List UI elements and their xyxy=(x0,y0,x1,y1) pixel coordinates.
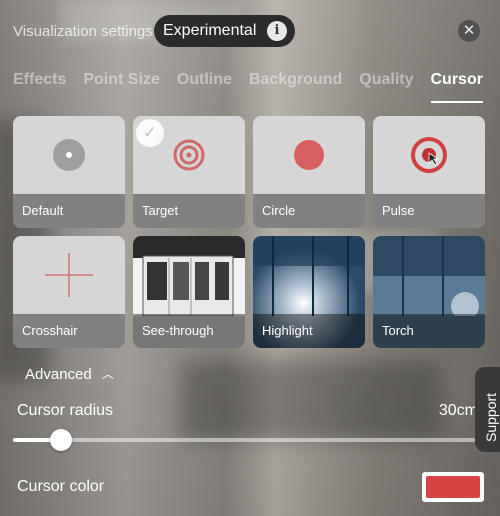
cursor-option-default[interactable]: Default xyxy=(13,116,125,228)
panel-title: Visualization settings xyxy=(13,23,153,40)
cursor-option-pulse[interactable]: Pulse xyxy=(373,116,485,228)
cursor-radius-value: 30cm xyxy=(438,402,478,419)
cursor-color-label: Cursor color xyxy=(17,478,105,495)
default-dot-icon xyxy=(13,116,125,194)
advanced-toggle[interactable]: Advanced ︿ xyxy=(25,366,114,383)
cursor-option-label: Pulse xyxy=(373,194,485,228)
circle-icon xyxy=(253,116,365,194)
cursor-radius-slider[interactable] xyxy=(13,429,493,451)
cursor-option-crosshair[interactable]: Crosshair xyxy=(13,236,125,348)
chevron-up-icon: ︿ xyxy=(101,367,114,381)
cursor-option-target[interactable]: ✓ Target xyxy=(133,116,245,228)
support-label: Support xyxy=(483,392,499,442)
info-icon[interactable]: i xyxy=(267,21,287,41)
panel-header: Visualization settings Experimental i ✕ xyxy=(13,15,493,47)
experimental-label: Experimental xyxy=(163,22,257,39)
support-tab[interactable]: Support xyxy=(475,367,500,452)
cursor-option-label: Circle xyxy=(253,194,365,228)
visualization-settings-panel: Visualization settings Experimental i ✕ … xyxy=(0,0,500,516)
cursor-radius-label: Cursor radius xyxy=(17,402,114,419)
cursor-option-circle[interactable]: Circle xyxy=(253,116,365,228)
tab-background[interactable]: Background xyxy=(249,71,342,103)
tab-effects[interactable]: Effects xyxy=(13,71,66,103)
cursor-option-label: Torch xyxy=(373,314,485,348)
cursor-options-grid: Default ✓ Target Circle Pulse Crosshair … xyxy=(13,116,485,348)
cursor-color-fill xyxy=(426,476,480,498)
cursor-option-label: Target xyxy=(133,194,245,228)
cursor-option-highlight[interactable]: Highlight xyxy=(253,236,365,348)
cursor-option-see-through[interactable]: See-through xyxy=(133,236,245,348)
tab-quality[interactable]: Quality xyxy=(359,71,413,103)
advanced-label: Advanced xyxy=(25,366,92,383)
experimental-badge[interactable]: Experimental i xyxy=(154,15,295,47)
cursor-option-label: Crosshair xyxy=(13,314,125,348)
crosshair-icon xyxy=(13,236,125,314)
tab-outline[interactable]: Outline xyxy=(177,71,232,103)
cursor-option-label: Default xyxy=(13,194,125,228)
selected-check-icon: ✓ xyxy=(136,119,164,147)
cursor-option-label: See-through xyxy=(133,314,245,348)
slider-track[interactable] xyxy=(13,438,493,442)
settings-tabs: Effects Point Size Outline Background Qu… xyxy=(13,71,500,103)
tab-point-size[interactable]: Point Size xyxy=(83,71,159,103)
pulse-icon xyxy=(373,116,485,194)
slider-handle[interactable] xyxy=(50,429,72,451)
cursor-option-torch[interactable]: Torch xyxy=(373,236,485,348)
tab-cursor[interactable]: Cursor xyxy=(430,71,484,103)
cursor-color-swatch[interactable] xyxy=(422,472,484,502)
cursor-option-label: Highlight xyxy=(253,314,365,348)
close-icon[interactable]: ✕ xyxy=(458,20,480,42)
